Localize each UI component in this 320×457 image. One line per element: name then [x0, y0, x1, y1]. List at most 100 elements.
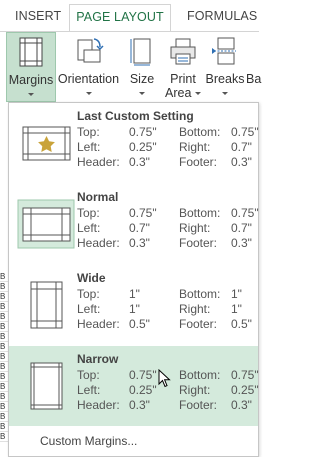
header-label: Header:	[77, 155, 120, 169]
margin-option-normal[interactable]: Normal Top: 0.75" Left: 0.7" Header: 0.3" B…	[9, 184, 259, 264]
tab-formulas[interactable]: FORMULAS	[187, 9, 257, 23]
ribbon-page-setup: Margins Orientation Size Print Area Brea…	[0, 32, 261, 102]
top-value-row: Top: 1"	[77, 287, 140, 301]
bottom-label: Bottom:	[179, 287, 221, 301]
footer-label: Footer:	[179, 398, 218, 412]
footer-label: Footer:	[179, 155, 218, 169]
breaks-label: Breaks	[205, 72, 245, 86]
right-value: 1"	[231, 302, 242, 316]
footer-value-row: Footer: 0.5"	[179, 317, 252, 331]
top-label: Top:	[77, 368, 100, 382]
option-title: Normal	[77, 190, 119, 204]
top-value: 1"	[129, 287, 140, 301]
margin-option-last-custom[interactable]: Last Custom Setting Top: 0.75" Left: 0.25"…	[9, 103, 259, 183]
header-label: Header:	[77, 236, 120, 250]
header-label: Header:	[77, 398, 120, 412]
left-label: Left:	[77, 221, 101, 235]
chevron-down-icon	[194, 92, 201, 96]
top-label: Top:	[77, 287, 100, 301]
wide-margins-icon	[30, 281, 63, 329]
bottom-label: Bottom:	[179, 206, 221, 220]
margins-label: Margins	[8, 73, 54, 87]
footer-label: Footer:	[179, 236, 218, 250]
last-custom-margins-icon	[22, 126, 71, 161]
header-value: 0.5"	[129, 317, 150, 331]
right-value-row: Right: 0.7"	[179, 140, 252, 154]
orientation-button[interactable]: Orientation	[57, 32, 120, 102]
print-label: Print	[170, 72, 196, 86]
right-label: Right:	[179, 221, 211, 235]
top-value: 0.75"	[129, 206, 157, 220]
left-value: 0.25"	[129, 383, 157, 397]
tab-insert[interactable]: INSERT	[15, 9, 61, 23]
chevron-down-icon	[222, 92, 228, 96]
bottom-value-row: Bottom: 0.75"	[179, 206, 259, 220]
print-area-button[interactable]: Print Area	[163, 32, 203, 102]
top-value-row: Top: 0.75"	[77, 206, 157, 220]
narrow-margins-icon	[30, 362, 63, 410]
top-value: 0.75"	[129, 368, 157, 382]
custom-margins-link[interactable]: Custom Margins...	[40, 434, 137, 448]
left-value: 0.25"	[129, 140, 157, 154]
print-area-icon	[170, 38, 196, 65]
orientation-label: Orientation	[57, 72, 120, 86]
left-label: Left:	[77, 140, 101, 154]
header-value: 0.3"	[129, 155, 150, 169]
option-title: Last Custom Setting	[77, 109, 194, 123]
margin-option-narrow[interactable]: Narrow Top: 0.75" Left: 0.25" Header: 0.3" …	[9, 346, 259, 426]
right-value-row: Right: 0.25"	[179, 383, 259, 397]
bottom-value-row: Bottom: 0.75"	[179, 125, 259, 139]
right-value: 0.7"	[231, 140, 252, 154]
footer-value: 0.3"	[231, 155, 252, 169]
right-label: Right:	[179, 140, 211, 154]
margins-dropdown: Last Custom Setting Top: 0.75" Left: 0.25"…	[8, 102, 259, 457]
bottom-label: Bottom:	[179, 125, 221, 139]
tab-page-layout[interactable]: PAGE LAYOUT	[69, 4, 171, 31]
left-label: Left:	[77, 302, 101, 316]
bottom-value: 1"	[231, 287, 242, 301]
header-value-row: Header: 0.3"	[77, 155, 150, 169]
margin-option-wide[interactable]: Wide Top: 1" Left: 1" Header: 0.5" Bottom: 1…	[9, 265, 258, 345]
top-value-row: Top: 0.75"	[77, 368, 157, 382]
breaks-icon	[212, 37, 236, 65]
bottom-value: 0.75"	[231, 206, 259, 220]
size-button[interactable]: Size	[124, 32, 160, 102]
mouse-cursor-icon	[158, 369, 171, 388]
header-value: 0.3"	[129, 236, 150, 250]
left-value: 1"	[129, 302, 140, 316]
bottom-value-row: Bottom: 1"	[179, 287, 242, 301]
background-button[interactable]: Ba	[246, 32, 266, 102]
chevron-down-icon	[139, 92, 145, 96]
background-label: Ba	[246, 72, 262, 86]
top-value: 0.75"	[129, 125, 157, 139]
header-value-row: Header: 0.3"	[77, 398, 150, 412]
normal-margins-icon	[17, 199, 75, 249]
footer-value-row: Footer: 0.3"	[179, 236, 252, 250]
footer-label: Footer:	[179, 317, 218, 331]
left-value-row: Left: 0.25"	[77, 383, 157, 397]
header-value-row: Header: 0.3"	[77, 236, 150, 250]
header-value-row: Header: 0.5"	[77, 317, 150, 331]
right-value-row: Right: 1"	[179, 302, 242, 316]
option-title: Wide	[77, 271, 106, 285]
footer-value-row: Footer: 0.3"	[179, 398, 252, 412]
bottom-value-row: Bottom: 0.75"	[179, 368, 259, 382]
breaks-button[interactable]: Breaks	[204, 32, 246, 102]
option-title: Narrow	[77, 352, 119, 366]
size-label: Size	[129, 72, 155, 86]
chevron-down-icon	[85, 92, 92, 96]
margins-button[interactable]: Margins	[6, 32, 56, 102]
top-label: Top:	[77, 125, 100, 139]
right-value: 0.25"	[231, 383, 259, 397]
top-value-row: Top: 0.75"	[77, 125, 157, 139]
left-value-row: Left: 1"	[77, 302, 140, 316]
footer-value: 0.3"	[231, 398, 252, 412]
bottom-label: Bottom:	[179, 368, 221, 382]
top-label: Top:	[77, 206, 100, 220]
footer-value: 0.5"	[231, 317, 252, 331]
left-value-row: Left: 0.7"	[77, 221, 150, 235]
footer-value: 0.3"	[231, 236, 252, 250]
orientation-icon	[77, 38, 104, 63]
right-value: 0.7"	[231, 221, 252, 235]
right-label: Right:	[179, 383, 211, 397]
